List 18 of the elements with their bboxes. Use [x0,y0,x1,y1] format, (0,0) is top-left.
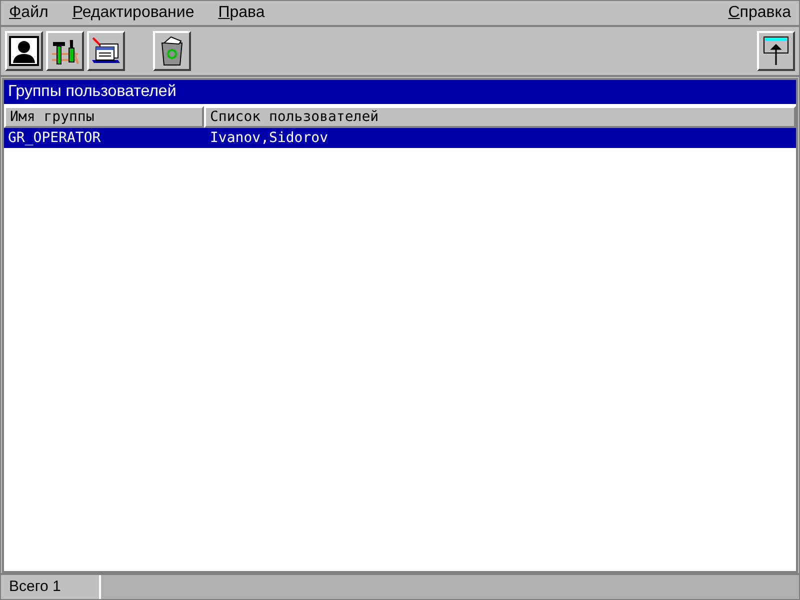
toolbar-button[interactable] [757,31,795,71]
panel-title: Группы пользователей [4,80,796,104]
toolbar-button[interactable] [153,31,191,71]
table-cell-text: Ivanov,Sidorov [209,128,330,148]
card-file-icon [90,36,122,66]
menu-item[interactable]: Файл [9,1,48,25]
window-up-icon [762,35,790,67]
toolbar-button[interactable] [5,31,43,71]
toolbar-button[interactable] [46,31,84,71]
table-row[interactable]: GR_OPERATOR Ivanov,Sidorov [4,128,796,148]
person-icon [9,36,39,66]
column-header[interactable]: Список пользователей [204,106,796,128]
table-cell-text: GR_OPERATOR [7,128,102,148]
column-header[interactable]: Имя группы [4,106,204,128]
menu-item[interactable]: Права [218,1,265,25]
menu-item[interactable]: Редактирование [72,1,194,25]
menu-item[interactable]: Справка [728,1,791,25]
toolbar-button[interactable] [87,31,125,71]
